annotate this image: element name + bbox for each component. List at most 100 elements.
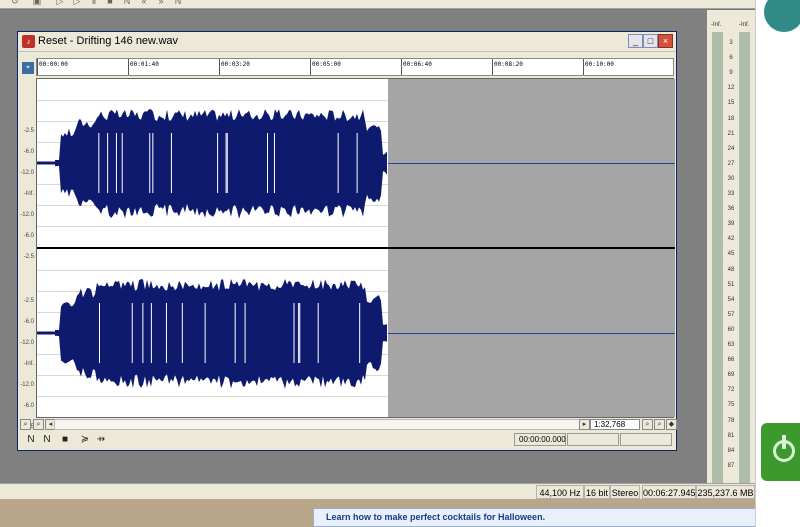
ruler-tick: 00:00:00 — [39, 61, 68, 68]
waveform-right — [37, 279, 387, 389]
stop-icon[interactable]: ■ — [105, 0, 115, 7]
meter-scale-label: 48 — [727, 266, 735, 273]
document-window: ♪ Reset - Drifting 146 new.wav _ □ × ⌖ 0… — [17, 31, 677, 451]
zoom-out-icon[interactable]: ⌕ — [20, 419, 31, 430]
meter-peak-right[interactable]: -Inf. — [739, 22, 749, 28]
meter-scale-label: 63 — [727, 342, 735, 348]
power-button[interactable] — [761, 423, 800, 481]
db-scale: -2.5 -6.0 -12.0 -Inf. -12.0 -6.0 -2.5 -2… — [18, 78, 36, 430]
pause-icon[interactable]: Ⅱ — [89, 0, 99, 7]
db-label: -2.5 — [23, 254, 34, 260]
maximize-button[interactable]: □ — [643, 34, 658, 48]
channel-mode: Stereo — [610, 485, 640, 499]
sample-rate: 44,100 Hz — [536, 485, 584, 499]
close-button[interactable]: × — [658, 34, 673, 48]
go-end-icon[interactable]: N — [40, 433, 54, 447]
meter-scale-label: 36 — [727, 206, 735, 213]
waveform-left — [37, 109, 387, 219]
meter-bar-left — [712, 32, 723, 490]
meter-scale-label: 57 — [727, 311, 735, 318]
db-label: -2.5 — [23, 128, 34, 134]
meter-scale-label: 60 — [727, 326, 735, 333]
desktop-sidebar — [755, 0, 800, 527]
meter-scale-label: 24 — [727, 145, 735, 152]
meter-scale-label: 45 — [727, 251, 735, 258]
zoom-out-icon[interactable]: ⌕ — [642, 419, 653, 430]
undo-icon[interactable]: ↺ — [10, 0, 20, 7]
window-title: Reset - Drifting 146 new.wav — [38, 35, 179, 47]
silence-baseline — [388, 163, 675, 164]
silence-baseline — [388, 333, 675, 334]
app-logo-icon[interactable] — [764, 0, 800, 32]
meter-scale-label: 30 — [727, 175, 735, 182]
ruler-tick: 00:08:20 — [494, 61, 523, 68]
forward-icon[interactable]: » — [156, 0, 166, 7]
play-loop-icon[interactable]: ▷ — [72, 0, 82, 7]
ruler-tick: 00:05:00 — [312, 61, 341, 68]
status-bar: 44,100 Hz 16 bit Stereo 00:06:27.945 235… — [0, 483, 755, 499]
scroll-row: ⌕ ⌕ ◂ ▸ 1:32,768 ⌕ ⌕ ◆ — [18, 419, 677, 431]
db-label: -12.0 — [20, 212, 34, 218]
go-start-icon[interactable]: N — [24, 433, 38, 447]
zoom-time-field[interactable]: 1:32,768 — [590, 419, 640, 430]
ruler-tick: 00:06:40 — [403, 61, 432, 68]
channel-left[interactable] — [37, 79, 675, 247]
meter-scale-label: 27 — [727, 160, 735, 167]
bit-depth: 16 bit — [584, 485, 610, 499]
zoom-in-icon[interactable]: ⌕ — [654, 419, 665, 430]
channel-right[interactable] — [37, 249, 675, 417]
meter-scale-label: 78 — [727, 417, 735, 424]
play-icon[interactable]: ≽ — [78, 433, 92, 447]
db-label: -Inf. — [23, 191, 34, 197]
go-start-icon[interactable]: N — [122, 0, 132, 7]
meter-scale-label: 33 — [727, 191, 735, 197]
meter-bar-right — [739, 32, 750, 490]
meter-scale-label: 54 — [727, 296, 735, 303]
horizontal-scrollbar[interactable] — [54, 419, 585, 430]
ruler-tick: 00:03:20 — [221, 61, 250, 68]
meter-scale-label: 72 — [727, 387, 735, 394]
transport-row: N N ■ ≽ ⇸ 00:00:00.000 — [18, 433, 674, 449]
cursor-time-field[interactable]: 00:00:00.000 — [514, 433, 566, 446]
time-ruler[interactable]: 00:00:00 00:01:40 00:03:20 00:05:00 00:0… — [36, 58, 674, 76]
ruler-snap-icon[interactable]: ⌖ — [22, 62, 34, 74]
notification-tooltip[interactable]: Learn how to make perfect cocktails for … — [313, 508, 800, 527]
file-duration: 00:06:27.945 — [642, 485, 696, 499]
zoom-in-icon[interactable]: ⌕ — [33, 419, 44, 430]
app-icon: ♪ — [22, 35, 35, 48]
meter-scale-label: 39 — [727, 221, 735, 228]
db-label: -2.5 — [23, 298, 34, 304]
stop-icon[interactable]: ■ — [58, 433, 72, 447]
go-end-icon[interactable]: N — [173, 0, 183, 7]
meter-scale-label: 15 — [727, 100, 735, 107]
level-meter: -Inf. -Inf. 3 6 9 12 15 18 21 24 27 30 33 36 39 42 45 4… — [707, 10, 755, 490]
play-icon[interactable]: ▷ — [55, 0, 65, 7]
waveform-view[interactable] — [36, 78, 675, 418]
save-icon[interactable]: ▣ — [32, 0, 42, 7]
meter-scale-label: 12 — [727, 85, 735, 92]
ruler-tick: 00:01:40 — [130, 61, 159, 68]
db-label: -6.0 — [23, 233, 34, 239]
meter-scale-label: 3 — [729, 40, 733, 46]
minimize-button[interactable]: _ — [628, 34, 643, 48]
selection-start-field[interactable] — [567, 433, 619, 446]
meter-peak-left[interactable]: -Inf. — [711, 22, 721, 28]
title-bar[interactable]: ♪ Reset - Drifting 146 new.wav _ □ × — [18, 32, 676, 52]
meter-scale-label: 51 — [727, 281, 735, 288]
disk-space: 235,237.6 MB — [696, 485, 755, 499]
db-label: -6.0 — [23, 403, 34, 409]
meter-scale-label: 75 — [727, 402, 735, 409]
meter-scale-label: 81 — [727, 432, 735, 439]
db-label: -6.0 — [23, 319, 34, 325]
meter-scale-label: 42 — [727, 236, 735, 243]
rewind-icon[interactable]: « — [139, 0, 149, 7]
selection-length-field[interactable] — [620, 433, 672, 446]
db-label: -Inf. — [23, 361, 34, 367]
record-icon[interactable]: ⇸ — [94, 433, 108, 447]
meter-scale-label: 21 — [727, 130, 735, 137]
zoom-fit-icon[interactable]: ◆ — [666, 419, 677, 430]
db-label: -6.0 — [23, 149, 34, 155]
meter-scale-label: 18 — [727, 115, 735, 122]
scroll-right-icon[interactable]: ▸ — [579, 419, 590, 430]
meter-scale-label: 66 — [727, 357, 735, 364]
